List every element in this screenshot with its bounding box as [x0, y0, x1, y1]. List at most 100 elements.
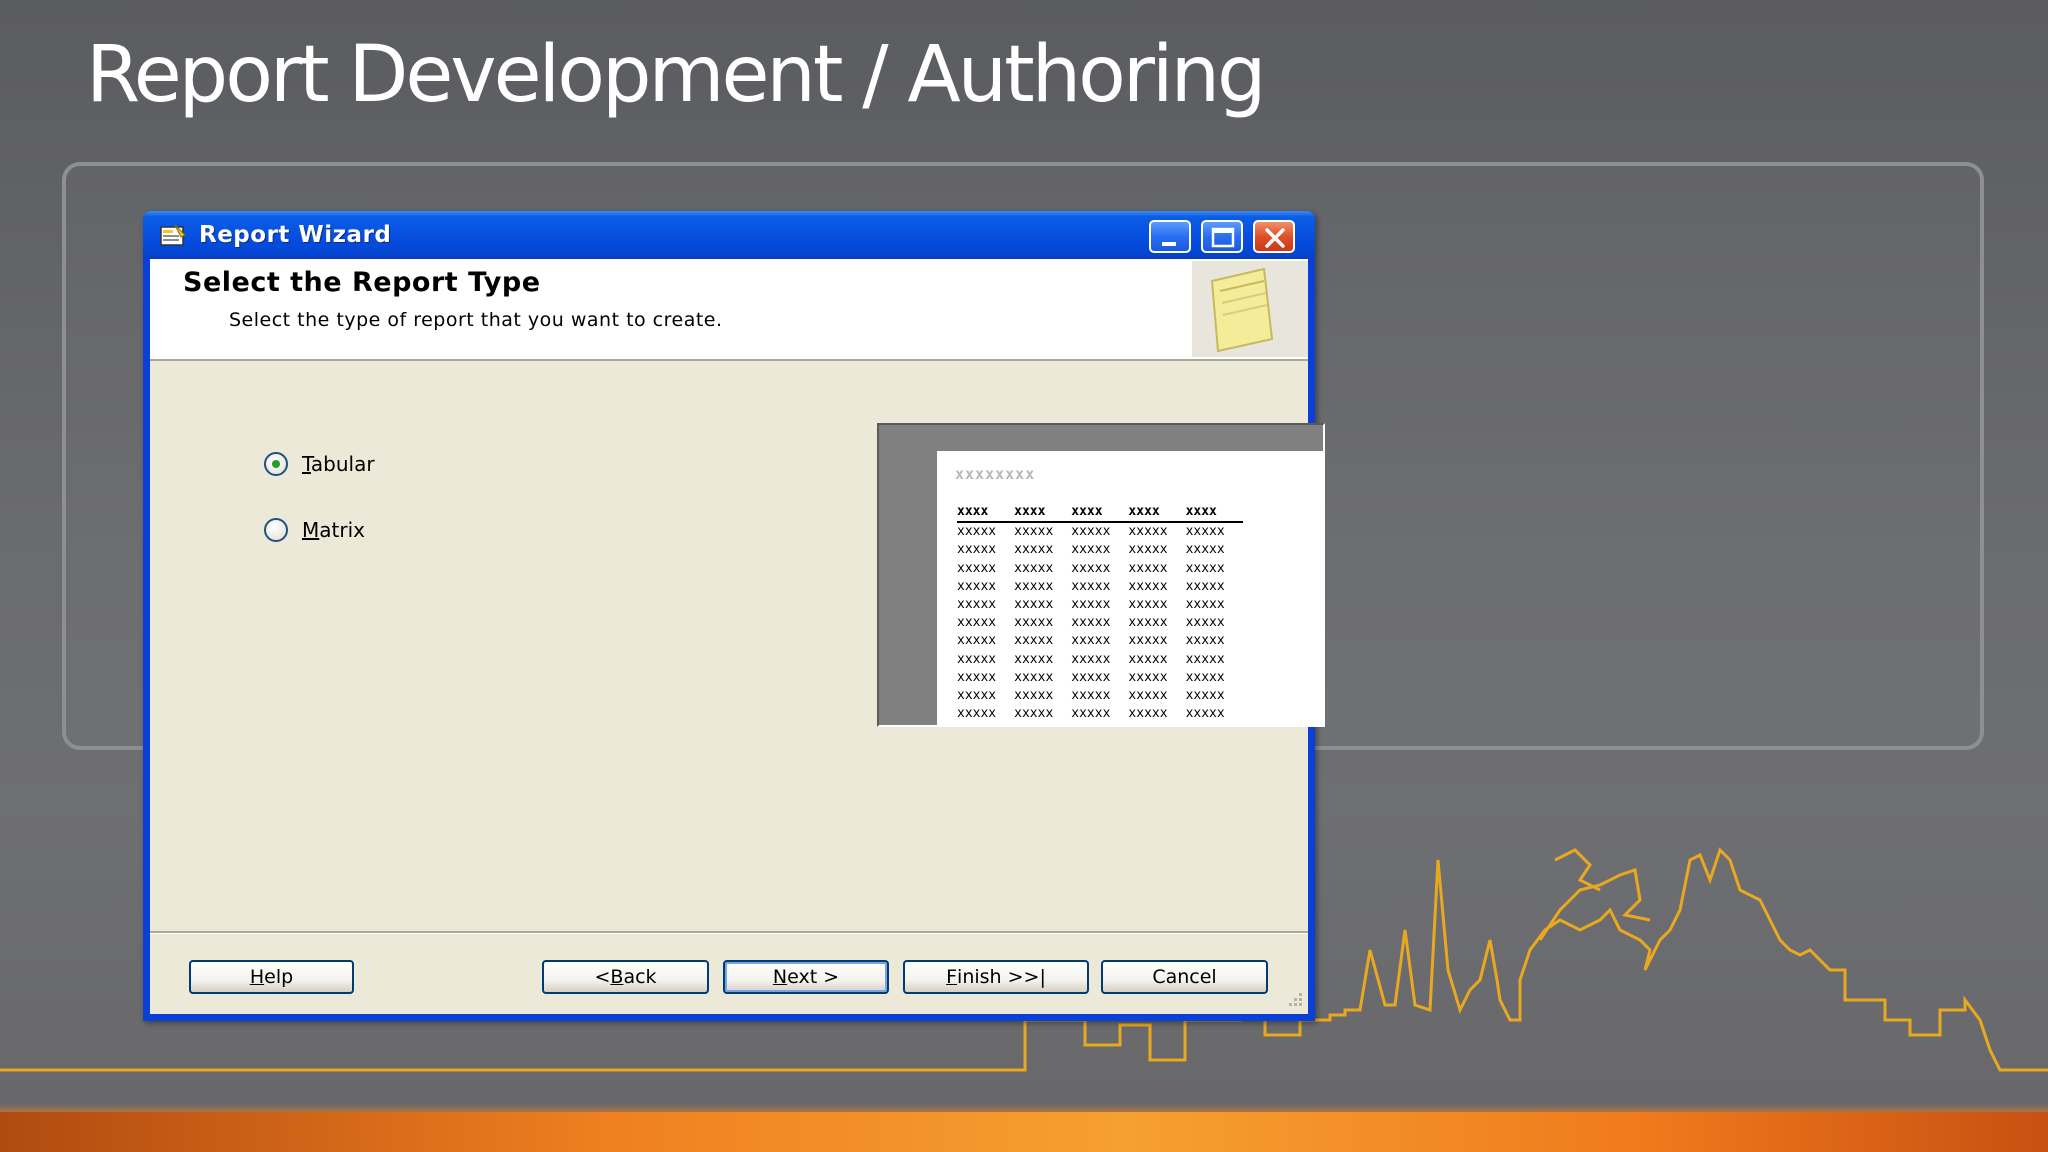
finish-button[interactable]: Finish >>| — [903, 960, 1089, 994]
preview-cell: xxxxx — [1185, 597, 1225, 613]
wizard-step-subtitle: Select the type of report that you want … — [229, 309, 723, 331]
preview-cell: xxxxx — [1014, 597, 1054, 613]
preview-cell: xxxxx — [1071, 578, 1111, 594]
tabular-radio[interactable] — [264, 452, 288, 476]
preview-cell: xxxxx — [1185, 578, 1225, 594]
back-button[interactable]: < Back — [542, 960, 709, 994]
preview-cell: xxxxx — [1185, 542, 1225, 558]
preview-table: xxxx xxxx xxxx xxxx xxxx xxxxx xxxxx xxxxx… — [957, 503, 1243, 723]
preview-cell: xxxxx — [1071, 524, 1111, 540]
preview-cell: xxxxx — [957, 524, 997, 540]
wizard-step-title: Select the Report Type — [183, 267, 541, 298]
preview-header-cell: xxxx — [1185, 503, 1243, 524]
preview-row: xxxxx xxxxx xxxxx xxxxx xxxxx — [957, 669, 1243, 687]
preview-row: xxxxx xxxxx xxxxx xxxxx xxxxx — [957, 522, 1243, 541]
option-tabular[interactable]: Tabular — [264, 452, 375, 476]
preview-cell: xxxxx — [1071, 633, 1111, 649]
preview-cell: xxxxx — [1014, 560, 1054, 576]
preview-cell: xxxxx — [1014, 524, 1054, 540]
preview-body: xxxxx xxxxx xxxxx xxxxx xxxxx xxxxx xxxxx xxxxx… — [957, 522, 1243, 723]
preview-row: xxxxx xxxxx xxxxx xxxxx xxxxx — [957, 614, 1243, 632]
preview-header-cell: xxxx — [1071, 503, 1129, 524]
minimize-icon — [1162, 242, 1176, 246]
preview-cell: xxxxx — [1014, 651, 1054, 667]
preview-row: xxxxx xxxxx xxxxx xxxxx xxxxx — [957, 596, 1243, 614]
preview-cell: xxxxx — [1128, 633, 1168, 649]
preview-cell: xxxxx — [1128, 615, 1168, 631]
report-wizard-window: Report Wizard Select the Report Type Sel… — [143, 211, 1325, 1021]
preview-cell: xxxxx — [1071, 615, 1111, 631]
preview-cell: xxxxx — [1071, 688, 1111, 704]
preview-cell: xxxxx — [957, 633, 997, 649]
footer-divider — [150, 931, 1308, 934]
preview-cell: xxxxx — [1071, 651, 1111, 667]
preview-cell: xxxxx — [1071, 669, 1111, 685]
preview-cell: xxxxx — [1071, 542, 1111, 558]
preview-cell: xxxxx — [957, 578, 997, 594]
preview-row: xxxxx xxxxx xxxxx xxxxx xxxxx — [957, 705, 1243, 723]
preview-cell: xxxxx — [1014, 706, 1054, 722]
preview-cell: xxxxx — [1014, 633, 1054, 649]
preview-row: xxxxx xxxxx xxxxx xxxxx xxxxx — [957, 687, 1243, 705]
preview-cell: xxxxx — [1071, 597, 1111, 613]
preview-cell: xxxxx — [1014, 669, 1054, 685]
matrix-radio[interactable] — [264, 518, 288, 542]
preview-cell: xxxxx — [1128, 669, 1168, 685]
option-matrix[interactable]: Matrix — [264, 518, 365, 542]
preview-cell: xxxxx — [1185, 706, 1225, 722]
resize-grip-icon[interactable] — [1282, 988, 1304, 1010]
preview-cell: xxxxx — [957, 706, 997, 722]
preview-cell: xxxxx — [1128, 542, 1168, 558]
report-wizard-icon — [160, 224, 186, 246]
preview-cell: xxxxx — [1185, 524, 1225, 540]
preview-cell: xxxxx — [957, 669, 997, 685]
preview-cell: xxxxx — [1185, 669, 1225, 685]
tabular-label: Tabular — [302, 452, 375, 476]
preview-cell: xxxxx — [1014, 542, 1054, 558]
close-button[interactable] — [1253, 220, 1295, 253]
next-button[interactable]: Next > — [723, 960, 889, 994]
preview-cell: xxxxx — [957, 615, 997, 631]
cancel-button[interactable]: Cancel — [1101, 960, 1268, 994]
preview-cell: xxxxx — [1185, 651, 1225, 667]
preview-cell: xxxxx — [1185, 688, 1225, 704]
accent-bar — [0, 1104, 2048, 1152]
wizard-client-area: Select the Report Type Select the type o… — [150, 259, 1325, 1014]
maximize-icon — [1211, 227, 1235, 248]
preview-row: xxxxx xxxxx xxxxx xxxxx xxxxx — [957, 578, 1243, 596]
preview-row: xxxxx xxxxx xxxxx xxxxx xxxxx — [957, 632, 1243, 650]
maximize-button[interactable] — [1201, 220, 1243, 253]
preview-cell: xxxxx — [957, 597, 997, 613]
preview-row: xxxxx xxxxx xxxxx xxxxx xxxxx — [957, 651, 1243, 669]
preview-cell: xxxxx — [957, 542, 997, 558]
preview-cell: xxxxx — [1128, 524, 1168, 540]
close-icon — [1265, 228, 1285, 248]
window-title: Report Wizard — [199, 222, 392, 248]
help-button[interactable]: Help — [189, 960, 354, 994]
preview-report-title: xxxxxxxx — [955, 465, 1036, 483]
preview-cell: xxxxx — [957, 651, 997, 667]
report-type-preview: xxxxxxxx xxxx xxxx xxxx xxxx xxxx xxxxx x… — [877, 423, 1325, 727]
wizard-header: Select the Report Type Select the type o… — [150, 259, 1308, 361]
preview-cell: xxxxx — [1014, 615, 1054, 631]
notepad-icon — [1192, 261, 1308, 357]
preview-cell: xxxxx — [1128, 706, 1168, 722]
window-titlebar[interactable]: Report Wizard — [143, 211, 1315, 259]
preview-cell: xxxxx — [957, 688, 997, 704]
preview-row: xxxxx xxxxx xxxxx xxxxx xxxxx — [957, 541, 1243, 559]
preview-page: xxxxxxxx xxxx xxxx xxxx xxxx xxxx xxxxx x… — [937, 451, 1323, 725]
preview-header-row: xxxx xxxx xxxx xxxx xxxx — [957, 503, 1243, 524]
preview-cell: xxxxx — [1014, 688, 1054, 704]
preview-cell: xxxxx — [1185, 615, 1225, 631]
preview-cell: xxxxx — [1128, 688, 1168, 704]
preview-cell: xxxxx — [1128, 560, 1168, 576]
preview-cell: xxxxx — [1128, 651, 1168, 667]
preview-cell: xxxxx — [1014, 578, 1054, 594]
preview-cell: xxxxx — [1185, 633, 1225, 649]
preview-cell: xxxxx — [957, 560, 997, 576]
minimize-button[interactable] — [1149, 220, 1191, 253]
preview-cell: xxxxx — [1128, 597, 1168, 613]
preview-header-cell: xxxx — [957, 503, 1015, 524]
preview-row: xxxxx xxxxx xxxxx xxxxx xxxxx — [957, 560, 1243, 578]
matrix-label: Matrix — [302, 518, 365, 542]
